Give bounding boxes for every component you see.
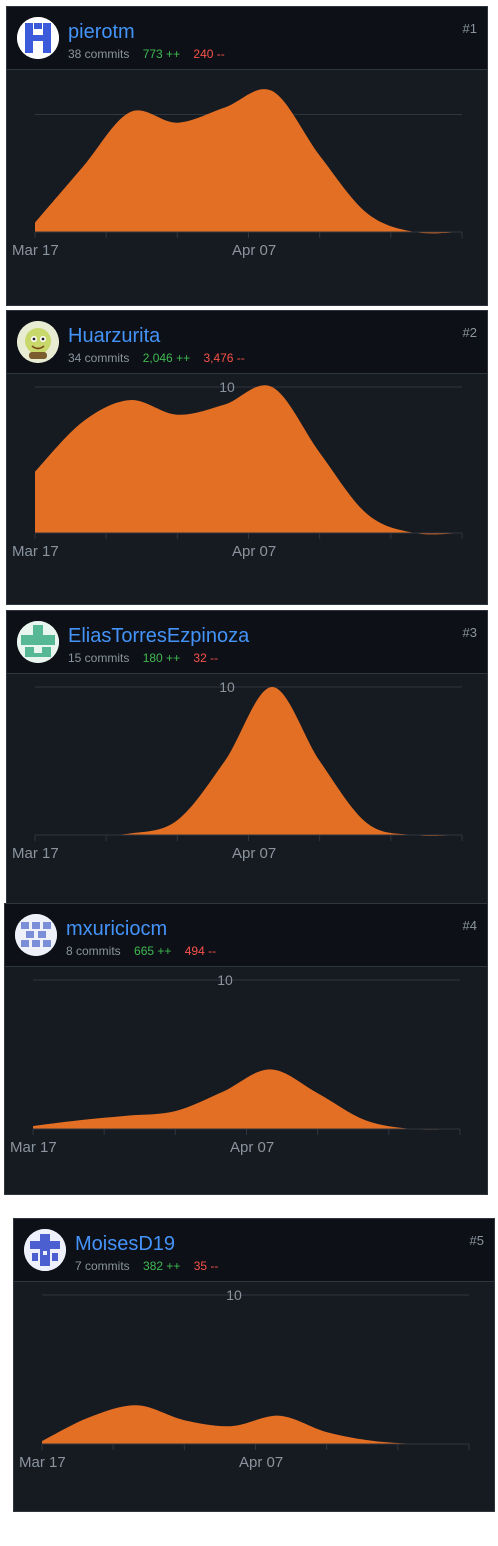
card-header: Huarzurita 34 commits 2,046 ++ 3,476 -- … — [7, 311, 487, 374]
username-link[interactable]: Huarzurita — [68, 325, 160, 347]
additions-count: 773 ++ — [142, 47, 181, 61]
y-tick-label: 10 — [219, 379, 235, 395]
rank-label: #5 — [469, 1233, 484, 1248]
x-tick-label: Mar 17 — [19, 1454, 66, 1471]
y-tick-label: 10 — [226, 1287, 242, 1303]
commit-stats: 38 commits 773 ++ 240 -- — [68, 47, 225, 61]
deletions-count: 494 -- — [184, 944, 217, 958]
commit-stats: 15 commits 180 ++ 32 -- — [68, 651, 218, 665]
commit-stats: 7 commits 382 ++ 35 -- — [75, 1259, 218, 1273]
username-link[interactable]: pierotm — [68, 21, 135, 43]
commit-stats: 34 commits 2,046 ++ 3,476 -- — [68, 351, 245, 365]
commit-stats: 8 commits 665 ++ 494 -- — [66, 944, 216, 958]
username-link[interactable]: mxuriciocm — [66, 918, 167, 940]
contribution-chart: 10 Mar 17 Apr 07 — [12, 679, 463, 862]
x-tick-label: Apr 07 — [232, 543, 276, 560]
commit-count[interactable]: 34 commits — [68, 351, 129, 365]
commit-count[interactable]: 38 commits — [68, 47, 129, 61]
contribution-area — [42, 1405, 469, 1445]
contributor-card: pierotm 38 commits 773 ++ 240 -- #1 Mar … — [6, 6, 488, 306]
contribution-area — [35, 687, 462, 836]
commit-count[interactable]: 7 commits — [75, 1259, 130, 1273]
green-identicon-icon — [17, 621, 59, 663]
contribution-area — [33, 1069, 460, 1130]
y-tick-label: 10 — [219, 679, 235, 695]
commit-count[interactable]: 15 commits — [68, 651, 129, 665]
additions-count: 665 ++ — [134, 944, 172, 958]
avatar[interactable] — [17, 321, 59, 363]
x-tick-label: Apr 07 — [232, 242, 276, 259]
avatar[interactable] — [17, 17, 59, 59]
blue-identicon-icon — [24, 1229, 66, 1271]
username-link[interactable]: EliasTorresEzpinoza — [68, 625, 249, 647]
contributor-card: Huarzurita 34 commits 2,046 ++ 3,476 -- … — [6, 310, 488, 605]
deletions-count: 35 -- — [193, 1259, 219, 1273]
y-tick-label: 10 — [217, 972, 233, 988]
blue-identicon-icon — [15, 914, 57, 956]
deletions-count: 3,476 -- — [203, 351, 245, 365]
blue-identicon-icon — [17, 17, 59, 59]
rank-label: #1 — [462, 21, 477, 36]
rank-label: #3 — [462, 625, 477, 640]
x-tick-label: Mar 17 — [12, 543, 59, 560]
rank-label: #2 — [462, 325, 477, 340]
contributor-card: MoisesD19 7 commits 382 ++ 35 -- #5 10 Ma… — [13, 1218, 495, 1512]
avatar[interactable] — [17, 621, 59, 663]
contribution-chart: Mar 17 Apr 07 — [12, 89, 463, 259]
contribution-area — [35, 89, 462, 234]
contributor-card: mxuriciocm 8 commits 665 ++ 494 -- #4 10… — [4, 903, 488, 1195]
card-header: mxuriciocm 8 commits 665 ++ 494 -- #4 — [5, 904, 487, 967]
x-tick-label: Mar 17 — [12, 242, 59, 259]
avatar[interactable] — [24, 1229, 66, 1271]
x-tick-label: Apr 07 — [239, 1454, 283, 1471]
x-tick-label: Mar 17 — [10, 1139, 57, 1156]
cartoon-avatar-icon — [17, 321, 59, 363]
card-header: EliasTorresEzpinoza 15 commits 180 ++ 32… — [7, 611, 487, 674]
commit-count[interactable]: 8 commits — [66, 944, 121, 958]
contribution-chart: 10 Mar 17 Apr 07 — [10, 972, 461, 1156]
additions-count: 382 ++ — [143, 1259, 181, 1273]
contributor-card: EliasTorresEzpinoza 15 commits 180 ++ 32… — [6, 610, 488, 905]
x-tick-label: Apr 07 — [232, 845, 276, 862]
contribution-chart: 10 Mar 17 Apr 07 — [19, 1287, 470, 1471]
x-tick-label: Apr 07 — [230, 1139, 274, 1156]
additions-count: 2,046 ++ — [142, 351, 191, 365]
x-tick-label: Mar 17 — [12, 845, 59, 862]
contribution-area — [35, 385, 462, 535]
rank-label: #4 — [462, 918, 477, 933]
card-header: MoisesD19 7 commits 382 ++ 35 -- #5 — [14, 1219, 494, 1282]
deletions-count: 240 -- — [193, 47, 225, 61]
avatar[interactable] — [15, 914, 57, 956]
contribution-chart: 10 Mar 17 Apr 07 — [12, 379, 463, 560]
deletions-count: 32 -- — [193, 651, 219, 665]
username-link[interactable]: MoisesD19 — [75, 1233, 175, 1255]
additions-count: 180 ++ — [142, 651, 181, 665]
card-header: pierotm 38 commits 773 ++ 240 -- #1 — [7, 7, 487, 70]
